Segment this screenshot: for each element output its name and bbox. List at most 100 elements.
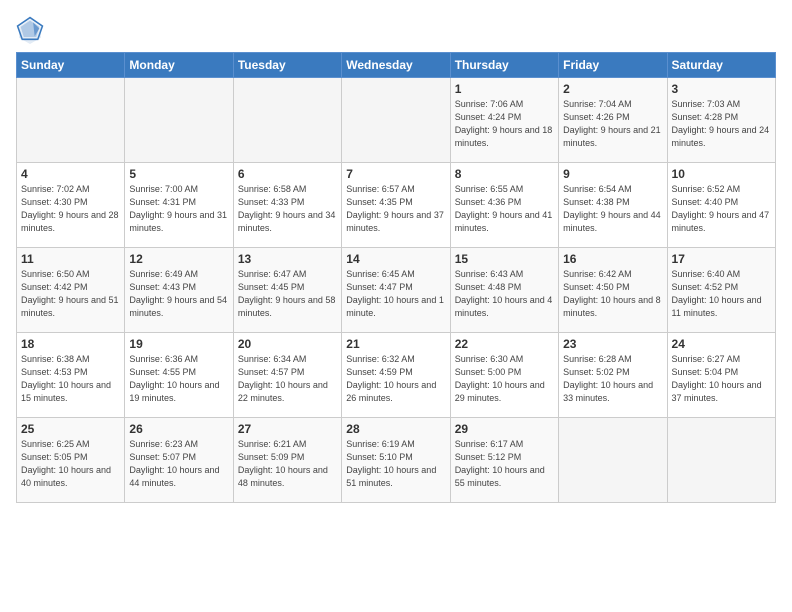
- day-info: Sunrise: 6:54 AM Sunset: 4:38 PM Dayligh…: [563, 183, 662, 235]
- day-number: 6: [238, 167, 337, 181]
- day-info: Sunrise: 6:47 AM Sunset: 4:45 PM Dayligh…: [238, 268, 337, 320]
- day-info: Sunrise: 6:19 AM Sunset: 5:10 PM Dayligh…: [346, 438, 445, 490]
- day-info: Sunrise: 6:52 AM Sunset: 4:40 PM Dayligh…: [672, 183, 771, 235]
- calendar-cell: 26 Sunrise: 6:23 AM Sunset: 5:07 PM Dayli…: [125, 418, 233, 503]
- weekday-header-sunday: Sunday: [17, 53, 125, 78]
- day-number: 22: [455, 337, 554, 351]
- day-number: 9: [563, 167, 662, 181]
- day-info: Sunrise: 6:17 AM Sunset: 5:12 PM Dayligh…: [455, 438, 554, 490]
- day-info: Sunrise: 6:21 AM Sunset: 5:09 PM Dayligh…: [238, 438, 337, 490]
- day-number: 8: [455, 167, 554, 181]
- logo: [16, 16, 48, 44]
- logo-icon: [16, 16, 44, 44]
- calendar-cell: 12 Sunrise: 6:49 AM Sunset: 4:43 PM Dayli…: [125, 248, 233, 333]
- day-info: Sunrise: 6:25 AM Sunset: 5:05 PM Dayligh…: [21, 438, 120, 490]
- calendar-cell: 14Sunrise: 6:45 AM Sunset: 4:47 PM Dayli…: [342, 248, 450, 333]
- day-number: 25: [21, 422, 120, 436]
- calendar-cell: [17, 78, 125, 163]
- calendar-cell: 23 Sunrise: 6:28 AM Sunset: 5:02 PM Dayli…: [559, 333, 667, 418]
- day-number: 27: [238, 422, 337, 436]
- weekday-header-saturday: Saturday: [667, 53, 775, 78]
- calendar-cell: 18 Sunrise: 6:38 AM Sunset: 4:53 PM Dayli…: [17, 333, 125, 418]
- calendar-cell: 6 Sunrise: 6:58 AM Sunset: 4:33 PM Daylig…: [233, 163, 341, 248]
- calendar-cell: 8Sunrise: 6:55 AM Sunset: 4:36 PM Daylig…: [450, 163, 558, 248]
- calendar-cell: 1 Sunrise: 7:06 AM Sunset: 4:24 PM Daylig…: [450, 78, 558, 163]
- calendar-cell: 19 Sunrise: 6:36 AM Sunset: 4:55 PM Dayli…: [125, 333, 233, 418]
- calendar-cell: [559, 418, 667, 503]
- calendar-cell: 13 Sunrise: 6:47 AM Sunset: 4:45 PM Dayli…: [233, 248, 341, 333]
- calendar-cell: [125, 78, 233, 163]
- calendar-cell: [342, 78, 450, 163]
- day-info: Sunrise: 6:28 AM Sunset: 5:02 PM Dayligh…: [563, 353, 662, 405]
- day-info: Sunrise: 6:49 AM Sunset: 4:43 PM Dayligh…: [129, 268, 228, 320]
- day-number: 23: [563, 337, 662, 351]
- day-info: Sunrise: 6:27 AM Sunset: 5:04 PM Dayligh…: [672, 353, 771, 405]
- day-number: 12: [129, 252, 228, 266]
- calendar-cell: 16Sunrise: 6:42 AM Sunset: 4:50 PM Dayli…: [559, 248, 667, 333]
- day-number: 19: [129, 337, 228, 351]
- calendar-cell: 7 Sunrise: 6:57 AM Sunset: 4:35 PM Daylig…: [342, 163, 450, 248]
- day-number: 2: [563, 82, 662, 96]
- calendar-cell: 17Sunrise: 6:40 AM Sunset: 4:52 PM Dayli…: [667, 248, 775, 333]
- day-info: Sunrise: 6:23 AM Sunset: 5:07 PM Dayligh…: [129, 438, 228, 490]
- day-number: 20: [238, 337, 337, 351]
- calendar-cell: [233, 78, 341, 163]
- calendar-cell: 25 Sunrise: 6:25 AM Sunset: 5:05 PM Dayli…: [17, 418, 125, 503]
- calendar-cell: 20 Sunrise: 6:34 AM Sunset: 4:57 PM Dayli…: [233, 333, 341, 418]
- day-info: Sunrise: 7:04 AM Sunset: 4:26 PM Dayligh…: [563, 98, 662, 150]
- calendar-cell: 15 Sunrise: 6:43 AM Sunset: 4:48 PM Dayli…: [450, 248, 558, 333]
- calendar-cell: 9 Sunrise: 6:54 AM Sunset: 4:38 PM Daylig…: [559, 163, 667, 248]
- day-info: Sunrise: 7:02 AM Sunset: 4:30 PM Dayligh…: [21, 183, 120, 235]
- day-info: Sunrise: 6:34 AM Sunset: 4:57 PM Dayligh…: [238, 353, 337, 405]
- calendar-cell: 22 Sunrise: 6:30 AM Sunset: 5:00 PM Dayli…: [450, 333, 558, 418]
- calendar-cell: 2 Sunrise: 7:04 AM Sunset: 4:26 PM Daylig…: [559, 78, 667, 163]
- calendar-week-row: 18 Sunrise: 6:38 AM Sunset: 4:53 PM Dayli…: [17, 333, 776, 418]
- calendar-week-row: 25 Sunrise: 6:25 AM Sunset: 5:05 PM Dayli…: [17, 418, 776, 503]
- calendar-week-row: 1 Sunrise: 7:06 AM Sunset: 4:24 PM Daylig…: [17, 78, 776, 163]
- day-info: Sunrise: 6:30 AM Sunset: 5:00 PM Dayligh…: [455, 353, 554, 405]
- day-info: Sunrise: 6:57 AM Sunset: 4:35 PM Dayligh…: [346, 183, 445, 235]
- calendar-cell: 29Sunrise: 6:17 AM Sunset: 5:12 PM Dayli…: [450, 418, 558, 503]
- day-info: Sunrise: 6:58 AM Sunset: 4:33 PM Dayligh…: [238, 183, 337, 235]
- day-number: 10: [672, 167, 771, 181]
- day-number: 1: [455, 82, 554, 96]
- day-info: Sunrise: 6:36 AM Sunset: 4:55 PM Dayligh…: [129, 353, 228, 405]
- day-number: 7: [346, 167, 445, 181]
- weekday-header-row: SundayMondayTuesdayWednesdayThursdayFrid…: [17, 53, 776, 78]
- day-number: 16: [563, 252, 662, 266]
- day-number: 14: [346, 252, 445, 266]
- day-number: 28: [346, 422, 445, 436]
- calendar-cell: 21 Sunrise: 6:32 AM Sunset: 4:59 PM Dayli…: [342, 333, 450, 418]
- day-number: 5: [129, 167, 228, 181]
- calendar-cell: 5 Sunrise: 7:00 AM Sunset: 4:31 PM Daylig…: [125, 163, 233, 248]
- weekday-header-thursday: Thursday: [450, 53, 558, 78]
- day-number: 11: [21, 252, 120, 266]
- calendar-cell: 3 Sunrise: 7:03 AM Sunset: 4:28 PM Daylig…: [667, 78, 775, 163]
- weekday-header-wednesday: Wednesday: [342, 53, 450, 78]
- day-info: Sunrise: 6:38 AM Sunset: 4:53 PM Dayligh…: [21, 353, 120, 405]
- calendar-table: SundayMondayTuesdayWednesdayThursdayFrid…: [16, 52, 776, 503]
- day-info: Sunrise: 6:40 AM Sunset: 4:52 PM Dayligh…: [672, 268, 771, 320]
- calendar-cell: 10 Sunrise: 6:52 AM Sunset: 4:40 PM Dayli…: [667, 163, 775, 248]
- day-number: 13: [238, 252, 337, 266]
- day-number: 15: [455, 252, 554, 266]
- day-number: 4: [21, 167, 120, 181]
- day-info: Sunrise: 7:00 AM Sunset: 4:31 PM Dayligh…: [129, 183, 228, 235]
- calendar-week-row: 11 Sunrise: 6:50 AM Sunset: 4:42 PM Dayli…: [17, 248, 776, 333]
- calendar-week-row: 4 Sunrise: 7:02 AM Sunset: 4:30 PM Daylig…: [17, 163, 776, 248]
- day-number: 18: [21, 337, 120, 351]
- day-number: 24: [672, 337, 771, 351]
- calendar-cell: 4 Sunrise: 7:02 AM Sunset: 4:30 PM Daylig…: [17, 163, 125, 248]
- page-header: [16, 16, 776, 44]
- day-info: Sunrise: 7:06 AM Sunset: 4:24 PM Dayligh…: [455, 98, 554, 150]
- day-info: Sunrise: 6:43 AM Sunset: 4:48 PM Dayligh…: [455, 268, 554, 320]
- weekday-header-monday: Monday: [125, 53, 233, 78]
- day-number: 26: [129, 422, 228, 436]
- calendar-cell: 24 Sunrise: 6:27 AM Sunset: 5:04 PM Dayli…: [667, 333, 775, 418]
- day-number: 21: [346, 337, 445, 351]
- calendar-cell: 28 Sunrise: 6:19 AM Sunset: 5:10 PM Dayli…: [342, 418, 450, 503]
- day-info: Sunrise: 7:03 AM Sunset: 4:28 PM Dayligh…: [672, 98, 771, 150]
- day-info: Sunrise: 6:50 AM Sunset: 4:42 PM Dayligh…: [21, 268, 120, 320]
- day-info: Sunrise: 6:32 AM Sunset: 4:59 PM Dayligh…: [346, 353, 445, 405]
- day-number: 3: [672, 82, 771, 96]
